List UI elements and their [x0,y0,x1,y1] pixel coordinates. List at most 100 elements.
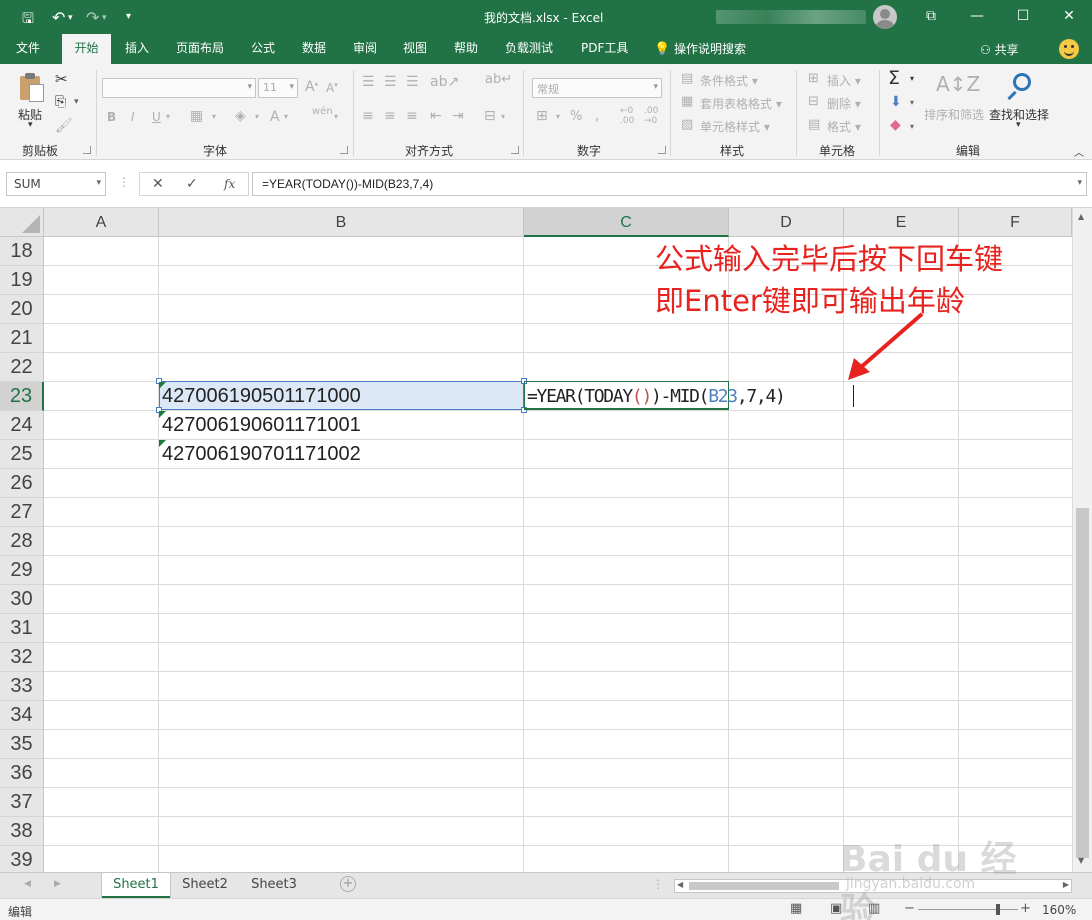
scroll-right-icon[interactable]: ▶ [1063,880,1069,889]
avatar[interactable] [873,5,897,29]
tab-home[interactable]: 开始 [62,34,111,64]
vertical-scroll-thumb[interactable] [1076,508,1089,858]
undo-icon[interactable]: ↶ [52,8,65,27]
cut-icon[interactable]: ✂ [55,70,68,88]
row-header-18[interactable]: 18 [0,237,44,266]
font-color-dropdown-icon[interactable]: ▾ [284,112,288,121]
column-header-a[interactable]: A [44,208,159,237]
page-layout-view-icon[interactable]: ▣ [830,901,842,916]
name-box-dropdown-icon[interactable]: ▾ [96,178,101,188]
number-launcher-icon[interactable] [658,146,666,154]
row-header-21[interactable]: 21 [0,324,44,353]
name-box[interactable]: SUM ▾ [6,172,106,196]
worksheet-grid[interactable]: ABCDEF 18 19 20 21 22 23 24 25 26 27 28 29 30 31 32 33 3… [0,208,1092,872]
accounting-dropdown-icon[interactable]: ▾ [556,112,560,121]
scroll-down-icon[interactable]: ▼ [1078,856,1084,865]
decrease-decimal-icon[interactable]: .00 →0 [644,106,658,126]
share-button[interactable]: ⚇ 共享 [980,41,1019,58]
cell-b23[interactable]: 427006190501171000 [162,382,361,411]
column-header-d[interactable]: D [729,208,844,237]
cell-b24[interactable]: 427006190601171001 [162,411,361,440]
page-break-view-icon[interactable]: ▥ [868,901,880,916]
autosum-dropdown-icon[interactable]: ▾ [910,74,914,83]
accounting-icon[interactable]: ⊞ [536,108,548,124]
sort-filter-icon[interactable]: A↕Z [936,72,980,96]
align-left-icon[interactable]: ≡ [362,108,374,124]
align-top-icon[interactable]: ☰ [362,74,375,90]
comma-style-icon[interactable]: , [595,109,599,124]
row-header-29[interactable]: 29 [0,556,44,585]
formula-input[interactable]: =YEAR(TODAY())-MID(B23,7,4) ▾ [252,172,1087,196]
zoom-in-icon[interactable]: + [1020,901,1031,916]
fill-dropdown-icon[interactable]: ▾ [910,98,914,107]
font-color-icon[interactable]: A [270,109,280,125]
normal-view-icon[interactable]: ▦ [790,901,802,916]
add-sheet-icon[interactable]: + [340,876,356,892]
number-format-combo[interactable]: 常规 ▾ [532,78,662,98]
border-icon[interactable]: ▦ [190,108,203,124]
align-center-icon[interactable]: ≡ [384,108,396,124]
wrap-text-icon[interactable]: ab↵ [485,72,512,87]
tell-me-search[interactable]: 💡 操作说明搜索 [654,40,746,57]
italic-button[interactable]: I [131,110,135,124]
copy-icon[interactable]: ⎘ [55,94,66,110]
conditional-format-button[interactable]: 条件格式 ▾ [700,72,758,89]
merge-dropdown-icon[interactable]: ▾ [501,112,505,121]
tab-pdf-tools[interactable]: PDF工具 [577,34,632,64]
tab-formulas[interactable]: 公式 [247,34,279,64]
clear-icon[interactable]: ◆ [890,117,901,133]
cell-c23-formula[interactable]: =YEAR(TODAY())-MID(B23,7,4) [527,382,786,411]
format-painter-icon[interactable]: 🖌 [55,118,73,134]
redo-dropdown-icon[interactable]: ▾ [102,13,107,23]
sheet-tab-2[interactable]: Sheet2 [174,873,236,898]
enter-icon[interactable]: ✓ [186,176,198,192]
clear-dropdown-icon[interactable]: ▾ [910,122,914,131]
tab-view[interactable]: 视图 [399,34,431,64]
paste-icon[interactable] [18,72,44,102]
row-header-32[interactable]: 32 [0,643,44,672]
sheet-tab-3[interactable]: Sheet3 [243,873,305,898]
font-size-combo[interactable]: 11 ▾ [258,78,298,98]
underline-dropdown-icon[interactable]: ▾ [166,112,170,121]
paste-dropdown-icon[interactable]: ▾ [28,120,33,130]
column-header-b[interactable]: B [159,208,524,237]
magnifier-icon[interactable] [1007,72,1033,102]
fill-down-icon[interactable]: ⬇ [890,94,902,110]
underline-button[interactable]: U [152,110,161,124]
cancel-icon[interactable]: ✕ [152,176,164,192]
row-header-26[interactable]: 26 [0,469,44,498]
scroll-left-icon[interactable]: ◀ [677,880,683,889]
horizontal-scrollbar[interactable]: ◀ ▶ [674,879,1072,893]
row-header-36[interactable]: 36 [0,759,44,788]
maximize-icon[interactable]: ☐ [1000,0,1046,34]
alignment-launcher-icon[interactable] [511,146,519,154]
column-header-f[interactable]: F [959,208,1072,237]
sort-filter-button[interactable]: 排序和筛选 [924,106,984,123]
tab-file[interactable]: 文件 [12,34,44,64]
row-header-35[interactable]: 35 [0,730,44,759]
smiley-icon[interactable] [1059,39,1079,59]
increase-decimal-icon[interactable]: ←0.00 [620,106,634,126]
tab-insert[interactable]: 插入 [121,34,153,64]
row-header-39[interactable]: 39 [0,846,44,872]
bold-button[interactable]: B [107,110,116,124]
minimize-icon[interactable]: — [954,0,1000,34]
row-header-34[interactable]: 34 [0,701,44,730]
vertical-scrollbar[interactable]: ▲ ▼ [1072,208,1092,872]
row-header-27[interactable]: 27 [0,498,44,527]
increase-font-icon[interactable]: A▴ [305,79,318,95]
align-right-icon[interactable]: ≡ [406,108,418,124]
cell-style-button[interactable]: 单元格样式 ▾ [700,118,770,135]
row-header-33[interactable]: 33 [0,672,44,701]
row-header-25[interactable]: 25 [0,440,44,469]
orientation-icon[interactable]: ab↗ [430,74,459,90]
row-header-28[interactable]: 28 [0,527,44,556]
save-icon[interactable]: 🖫 [22,8,34,32]
expand-formula-icon[interactable]: ▾ [1077,178,1082,188]
align-middle-icon[interactable]: ☰ [384,74,397,90]
decrease-indent-icon[interactable]: ⇤ [430,108,442,124]
zoom-slider[interactable] [918,909,1018,910]
close-icon[interactable]: ✕ [1046,0,1092,34]
tab-page-layout[interactable]: 页面布局 [172,34,228,64]
sheet-prev-icon[interactable]: ◀ [24,879,31,889]
